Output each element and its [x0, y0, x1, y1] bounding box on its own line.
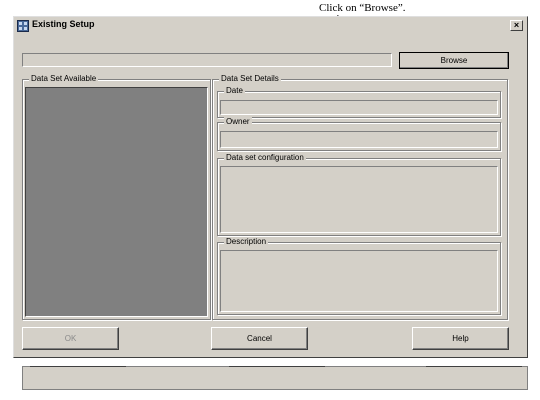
description-field	[220, 250, 498, 312]
app-icon	[17, 20, 29, 32]
title-bar: Existing Setup ×	[15, 18, 526, 34]
close-button[interactable]: ×	[510, 20, 523, 31]
owner-label: Owner	[224, 117, 252, 127]
ok-button[interactable]: OK	[22, 327, 119, 350]
instruction-annotation: Click on “Browse”.	[319, 2, 406, 14]
background-window-strip	[22, 366, 528, 390]
configuration-field	[220, 166, 498, 233]
owner-field	[220, 131, 498, 148]
date-field	[220, 100, 498, 115]
data-set-list[interactable]	[25, 87, 208, 317]
configuration-label: Data set configuration	[224, 153, 306, 163]
help-button[interactable]: Help	[412, 327, 509, 350]
strip-divider-middle	[229, 366, 325, 367]
data-set-available-legend: Data Set Available	[29, 74, 99, 84]
strip-divider-left	[30, 366, 126, 367]
window-title: Existing Setup	[32, 19, 95, 29]
path-field[interactable]	[22, 53, 392, 67]
data-set-details-legend: Data Set Details	[219, 74, 281, 84]
description-label: Description	[224, 237, 269, 247]
cancel-button[interactable]: Cancel	[211, 327, 308, 350]
browse-button[interactable]: Browse	[399, 52, 509, 69]
strip-divider-right	[426, 366, 522, 367]
date-label: Date	[224, 86, 245, 96]
